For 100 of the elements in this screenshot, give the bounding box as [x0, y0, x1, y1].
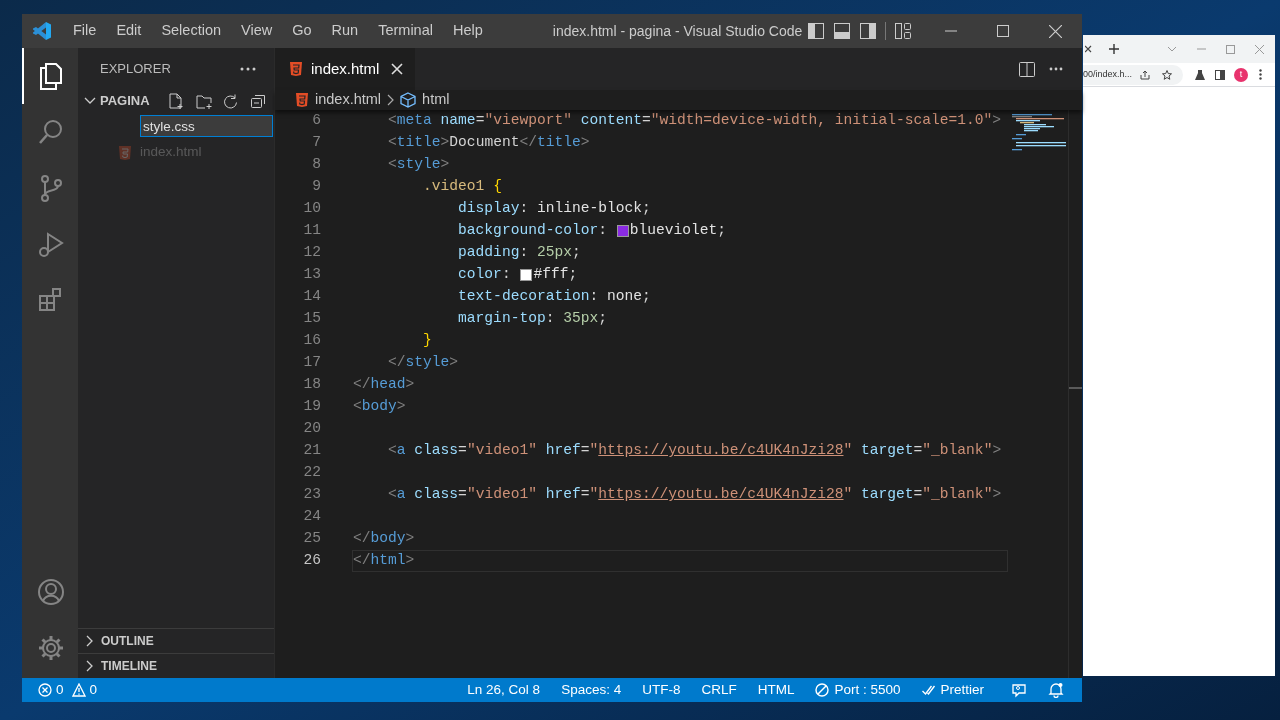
line-number: 26 — [302, 551, 321, 571]
line-number: 25 — [302, 529, 321, 549]
code-text: display: inline-block; — [457, 199, 651, 219]
code-text: padding: 25px; — [457, 243, 581, 263]
error-count: 0 — [56, 680, 64, 699]
blocked-icon — [815, 683, 830, 697]
code-text: <style> — [387, 155, 450, 175]
code-text: </style> — [387, 353, 459, 373]
menu-icon[interactable] — [1259, 69, 1262, 80]
code-text: </head> — [353, 375, 415, 395]
problems-indicator[interactable]: 0 0 — [22, 679, 98, 701]
html-file-icon — [118, 145, 132, 160]
code-text: background-color: — [457, 221, 608, 241]
notifications-icon[interactable] — [1048, 682, 1064, 698]
window-title: index.html - pagina - Visual Studio Code — [552, 21, 803, 41]
star-icon[interactable] — [1162, 69, 1173, 80]
code-text: color: — [457, 265, 512, 285]
code-text: text-decoration: none; — [457, 287, 651, 307]
file-name-input[interactable]: style.css — [140, 115, 273, 137]
status-item[interactable]: CRLF — [701, 679, 737, 701]
chevron-right-icon — [386, 94, 396, 106]
status-item[interactable]: Spaces: 4 — [561, 679, 622, 701]
toggle-panel-icon[interactable] — [834, 23, 850, 39]
code-text: <a class="video1" href="https://youtu.be/c4UK4nJzi28" target="_blank"> — [387, 485, 1002, 505]
code-text: <body> — [353, 397, 406, 417]
menu-item[interactable]: Help — [442, 20, 493, 42]
port-status[interactable]: Port : 5500 — [815, 679, 901, 701]
error-icon — [38, 683, 52, 697]
line-number: 13 — [302, 265, 321, 285]
html-file-icon — [295, 93, 309, 107]
code-text: .video1 { — [422, 177, 502, 197]
formatter-status[interactable]: Prettier — [921, 679, 984, 701]
breadcrumb-item[interactable]: html — [400, 89, 450, 111]
line-number: 6 — [311, 111, 321, 131]
app-logo-icon — [32, 21, 52, 41]
line-number: 23 — [302, 485, 321, 505]
code-text: <a class="video1" href="https://youtu.be/c4UK4nJzi28" target="_blank"> — [387, 441, 1002, 461]
feedback-icon[interactable] — [1011, 682, 1027, 698]
sidebar-icon[interactable] — [1215, 69, 1225, 80]
breadcrumb-item[interactable]: index.html — [295, 89, 382, 111]
files-icon[interactable] — [37, 62, 65, 90]
line-number: 24 — [302, 507, 321, 527]
scrollbar-thumb[interactable] — [1069, 387, 1082, 389]
menu-item[interactable]: Go — [282, 20, 322, 42]
line-number: 11 — [302, 221, 321, 241]
toggle-secondary-sidebar-icon[interactable] — [860, 23, 876, 39]
code-text: <title>Document</title> — [387, 133, 590, 153]
line-number: 22 — [302, 463, 321, 483]
section-header[interactable]: OUTLINE — [78, 628, 274, 653]
new-tab-icon[interactable] — [1109, 44, 1119, 54]
folder-header[interactable]: PAGINA — [84, 91, 150, 111]
status-item[interactable]: HTML — [757, 679, 795, 701]
refresh-icon[interactable] — [222, 93, 238, 109]
menu-item[interactable]: File — [63, 20, 107, 42]
collapse-all-icon[interactable] — [250, 94, 266, 108]
code-text: #fff; — [533, 265, 578, 285]
share-icon[interactable] — [1140, 69, 1151, 80]
line-number: 20 — [302, 419, 321, 439]
new-file-icon[interactable] — [168, 93, 184, 109]
split-editor-icon[interactable] — [1019, 61, 1035, 77]
maximize-icon[interactable] — [997, 25, 1009, 37]
line-number: 7 — [311, 133, 321, 153]
chevron-down-icon[interactable] — [1167, 46, 1177, 52]
settings-icon[interactable] — [37, 634, 65, 662]
line-number: 9 — [311, 177, 321, 197]
menu-item[interactable]: View — [231, 20, 283, 42]
line-number: 18 — [302, 375, 321, 395]
color-swatch[interactable] — [616, 225, 629, 237]
line-number: 19 — [302, 397, 321, 417]
code-text: } — [422, 331, 432, 351]
close-icon[interactable] — [1085, 45, 1093, 53]
address-bar[interactable]: 00/index.h... — [1083, 64, 1183, 85]
new-folder-icon[interactable] — [195, 93, 213, 109]
status-item[interactable]: UTF-8 — [642, 679, 681, 701]
line-number: 17 — [302, 353, 321, 373]
sidebar-title: EXPLORER — [100, 60, 171, 79]
menu-item[interactable]: Selection — [151, 20, 232, 42]
menu-item[interactable]: Run — [321, 20, 369, 42]
layout-icon[interactable] — [895, 23, 911, 39]
line-number: 12 — [302, 243, 321, 263]
code-text: margin-top: 35px; — [457, 309, 607, 329]
line-number: 16 — [302, 331, 321, 351]
run-debug-icon[interactable] — [37, 230, 65, 258]
flask-icon[interactable] — [1195, 69, 1205, 80]
color-swatch[interactable] — [520, 269, 533, 281]
more-icon[interactable] — [1049, 67, 1063, 71]
search-icon[interactable] — [37, 118, 65, 146]
menu-item[interactable]: Terminal — [368, 20, 443, 42]
line-number: 14 — [302, 287, 321, 307]
toggle-sidebar-icon[interactable] — [808, 23, 824, 39]
line-number: 8 — [311, 155, 321, 175]
account-icon[interactable] — [37, 578, 65, 606]
more-icon[interactable] — [240, 67, 256, 71]
menu-item[interactable]: Edit — [106, 20, 152, 42]
code-text: </html> — [353, 551, 415, 571]
profile-avatar[interactable]: t — [1234, 67, 1248, 82]
editor-tab[interactable]: index.html — [275, 48, 416, 90]
code-text: <meta name="viewport" content="width=device-width, initial-scale=1.0"> — [387, 111, 1002, 131]
status-item[interactable]: Ln 26, Col 8 — [467, 679, 541, 701]
address-text: 00/index.h... — [1083, 67, 1133, 81]
